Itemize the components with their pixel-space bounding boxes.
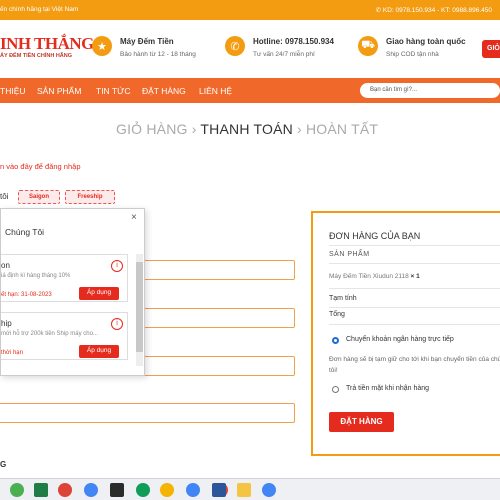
payment-bank-desc: Đơn hàng sẽ bị tạm giữ cho tới khi bạn c… [329, 356, 500, 374]
coupon-card: hip mới hỗ trợ 200k tiền Ship máy cho...… [1, 312, 128, 360]
scrollbar-thumb[interactable] [136, 262, 143, 352]
chrome-icon[interactable] [58, 483, 72, 497]
truck-icon: ⛟ [358, 36, 378, 56]
warranty-title: Máy Đếm Tiền [120, 37, 174, 46]
file-explorer-icon[interactable] [237, 483, 251, 497]
os-taskbar [0, 478, 500, 500]
section-heading: G [0, 460, 7, 469]
coupon-chip-freeship[interactable]: Freeship [65, 190, 115, 204]
coupon-expiry: ết hạn: 31-08-2023 [1, 292, 52, 298]
shipping-sub: Ship COD tận nhà [386, 51, 439, 58]
cart-button[interactable]: GIỎ [482, 40, 500, 58]
payment-bank-radio[interactable] [332, 337, 339, 344]
step-done: HOÀN TẤT [305, 121, 379, 137]
chrome-icon[interactable] [262, 483, 276, 497]
checkout-steps: GIỎ HÀNG › THANH TOÁN › HOÀN TẤT [116, 121, 378, 137]
order-summary: ĐƠN HÀNG CỦA BẠN SẢN PHẨM Máy Đếm Tiền X… [311, 211, 500, 456]
main-nav: THIỆU SẢN PHẨM TIN TỨC ĐẶT HÀNG LIÊN HỆ … [0, 78, 500, 103]
nav-item-contact[interactable]: LIÊN HỆ [199, 86, 232, 96]
coupon-chip-saigon[interactable]: Saigon [18, 190, 60, 204]
order-title: ĐƠN HÀNG CỦA BẠN [329, 231, 421, 241]
nav-item-products[interactable]: SẢN PHẨM [37, 86, 81, 96]
phone-icon: ✆ [375, 7, 383, 14]
subtotal-label: Tạm tính [329, 295, 357, 302]
warranty-sub: Bảo hành từ 12 - 18 tháng [120, 51, 196, 58]
chrome-icon[interactable] [136, 483, 150, 497]
coupon-name: on [1, 261, 10, 270]
search-input[interactable]: Bạn cần tìm gì?... [360, 83, 500, 98]
site-header: INH THẮNG ÁY ĐẾM TIỀN CHÍNH HÃNG ★ Máy Đ… [0, 20, 500, 78]
payment-cod-radio[interactable] [332, 386, 339, 393]
top-bar-phones: KD: 0978.150.934 - KT: 0988.896.450 [382, 7, 492, 14]
order-product: Máy Đếm Tiền Xiudun 2118 × 1 [329, 273, 420, 280]
excel-icon[interactable] [34, 483, 48, 497]
product-name: Máy Đếm Tiền Xiudun 2118 [329, 273, 409, 280]
payment-cod-label[interactable]: Trả tiền mặt khi nhận hàng [346, 385, 429, 392]
divider [329, 245, 500, 246]
chrome-icon[interactable] [160, 483, 174, 497]
chrome-icon[interactable] [84, 483, 98, 497]
apply-coupon-button[interactable]: Áp dụng [79, 345, 119, 358]
coupon-desc: iá định kì hàng tháng 10% [1, 273, 71, 279]
coupon-desc: mới hỗ trợ 200k tiền Ship máy cho... [1, 331, 98, 337]
shipping-title: Giao hàng toàn quốc [386, 37, 466, 46]
info-icon[interactable]: i [111, 318, 123, 330]
phone-icon: ✆ [225, 36, 245, 56]
top-bar-tagline: ến chính hãng tại Việt Nam [0, 6, 79, 13]
top-bar: ến chính hãng tại Việt Nam ✆ KD: 0978.15… [0, 0, 500, 20]
divider [329, 263, 500, 264]
divider [329, 324, 500, 325]
step-cart[interactable]: GIỎ HÀNG [116, 121, 188, 137]
billing-field-4[interactable] [0, 403, 295, 423]
total-label: Tổng [329, 311, 345, 318]
info-icon[interactable]: i [111, 260, 123, 272]
product-qty: × 1 [410, 273, 420, 280]
apply-coupon-button[interactable]: Áp dụng [79, 287, 119, 300]
coupon-popup: × Chúng Tôi on iá định kì hàng tháng 10%… [0, 208, 145, 376]
close-icon[interactable]: × [131, 212, 137, 223]
hotline-title: Hotline: 0978.150.934 [253, 37, 334, 46]
logo-tagline: ÁY ĐẾM TIỀN CHÍNH HÃNG [0, 53, 73, 59]
coupon-label: tôi [0, 192, 9, 201]
medal-icon: ★ [92, 36, 112, 56]
hotline-sub: Tư vấn 24/7 miễn phí [253, 51, 315, 58]
coupon-expiry: thời hạn [1, 350, 23, 356]
word-icon[interactable] [212, 483, 226, 497]
step-checkout: THANH TOÁN [200, 121, 293, 137]
popup-title: Chúng Tôi [5, 227, 45, 237]
popup-scrollbar[interactable] [136, 254, 143, 366]
nav-item-news[interactable]: TIN TỨC [96, 86, 131, 96]
logo[interactable]: INH THẮNG [0, 34, 94, 54]
step-separator: › [191, 121, 197, 137]
coupon-name: hip [1, 319, 12, 328]
payment-bank-label[interactable]: Chuyển khoản ngân hàng trực tiếp [346, 336, 454, 343]
terminal-icon[interactable] [110, 483, 124, 497]
coupon-card: on iá định kì hàng tháng 10% ết hạn: 31-… [1, 254, 128, 302]
product-column-header: SẢN PHẨM [329, 251, 370, 258]
login-link[interactable]: n vào đây để đăng nhập [0, 162, 81, 171]
step-separator: › [297, 121, 302, 137]
chrome-icon[interactable] [10, 483, 24, 497]
top-bar-contact: ✆ KD: 0978.150.934 - KT: 0988.896.450 [376, 6, 492, 14]
divider [329, 307, 500, 308]
nav-item-about[interactable]: THIỆU [0, 86, 26, 96]
chrome-icon[interactable] [186, 483, 200, 497]
divider [329, 288, 500, 289]
nav-item-order[interactable]: ĐẶT HÀNG [142, 86, 186, 96]
place-order-button[interactable]: ĐẶT HÀNG [329, 412, 394, 432]
